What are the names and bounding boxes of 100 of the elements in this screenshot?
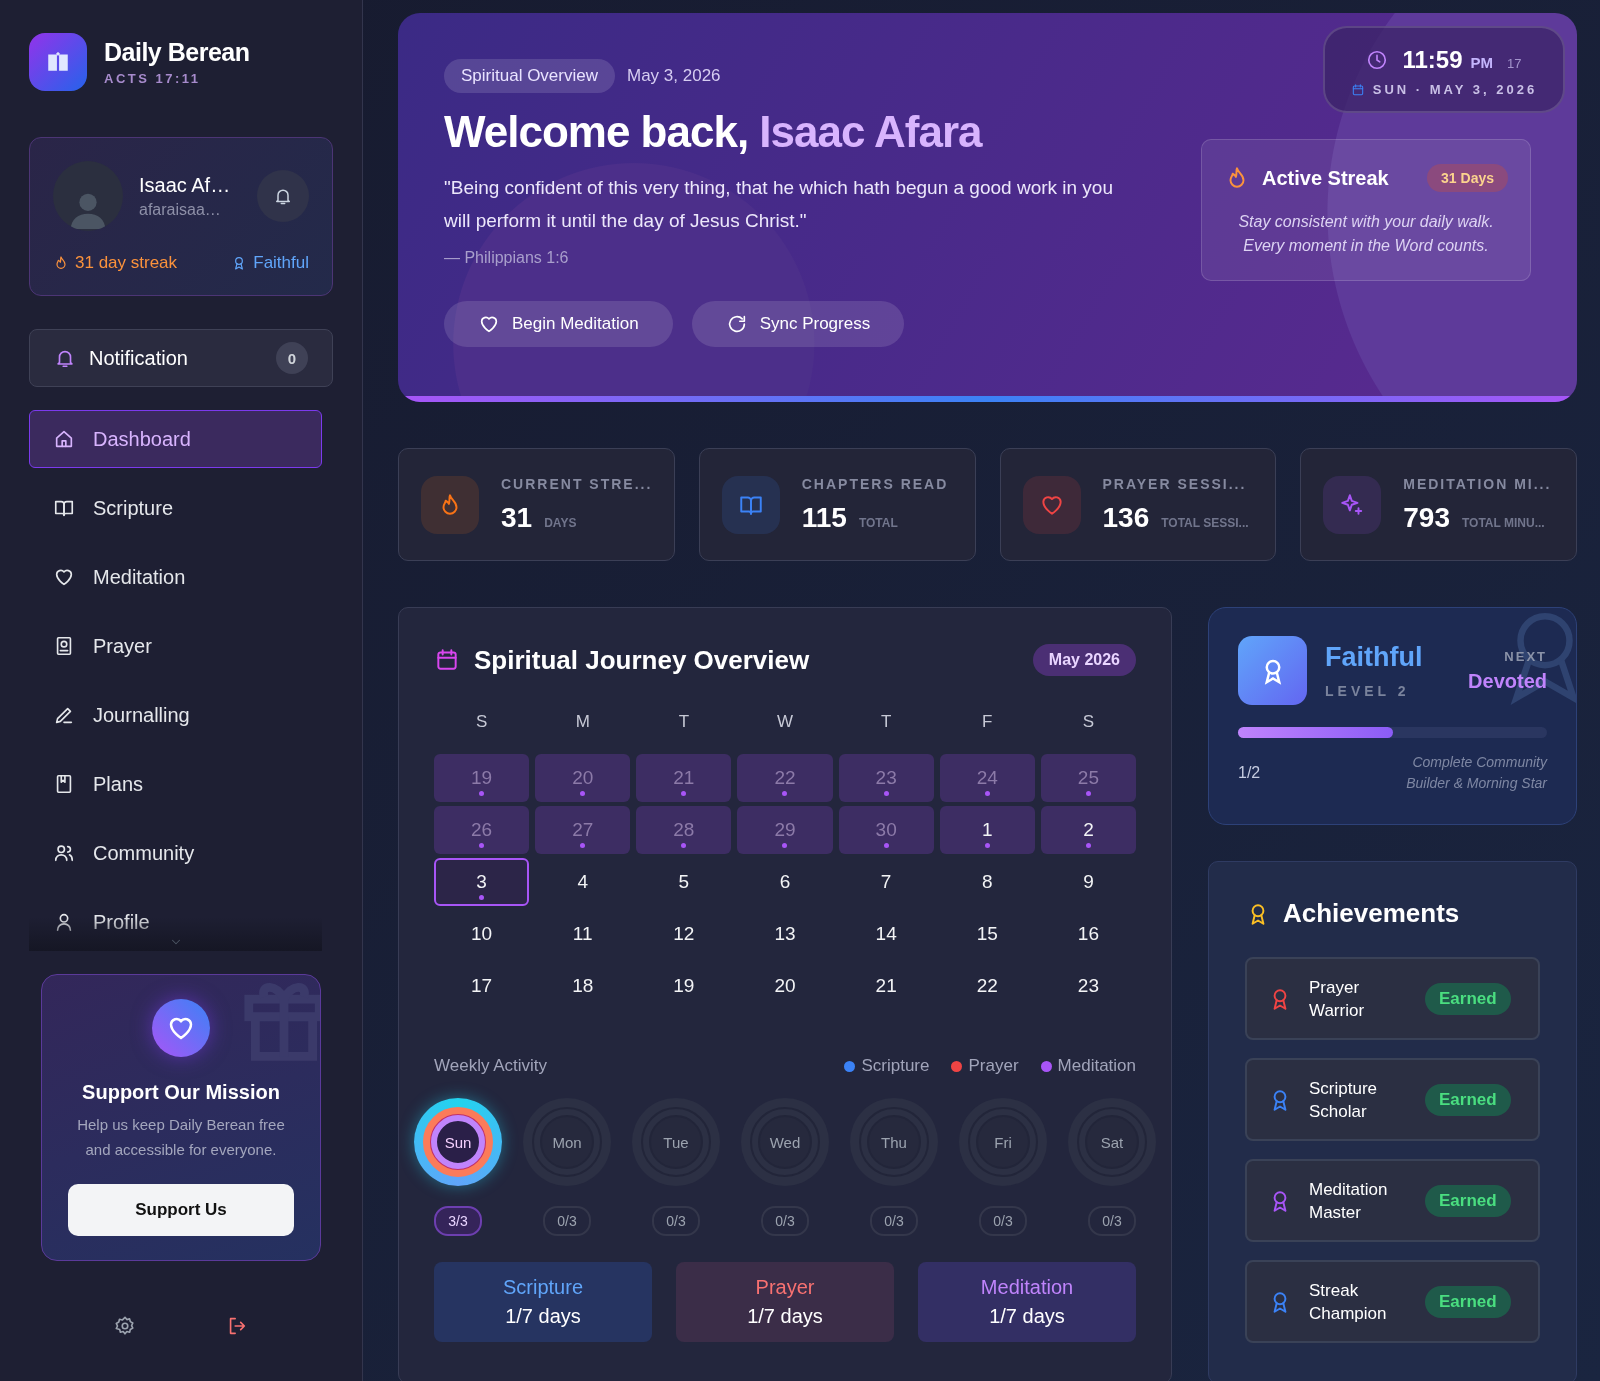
earned-badge: Earned — [1425, 982, 1511, 1015]
streak-text: Stay consistent with your daily walk. Every moment in the Word counts. — [1237, 212, 1495, 256]
notification-button[interactable]: Notification 0 — [29, 329, 333, 387]
weekday-label: F — [981, 712, 994, 733]
calendar-day[interactable]: 14 — [838, 910, 934, 958]
activity-ring: Wed — [741, 1098, 829, 1186]
activity-ring: Sat — [1068, 1098, 1156, 1186]
support-button[interactable]: Support Us — [68, 1184, 294, 1236]
nav-item[interactable]: Community — [29, 824, 322, 882]
stat-unit: TOTAL MINU... — [1461, 515, 1545, 530]
heart-badge-icon — [152, 999, 210, 1057]
activity-ring: Sun — [414, 1098, 502, 1186]
flame-icon — [53, 255, 69, 271]
calendar-day[interactable]: 16 — [1040, 910, 1136, 958]
calendar-day[interactable]: 23 — [1040, 962, 1136, 1010]
clock-icon — [1366, 49, 1389, 71]
nav-item[interactable]: Meditation — [29, 548, 322, 606]
calendar-day[interactable]: 12 — [636, 910, 732, 958]
calendar-day[interactable]: 20 — [737, 962, 833, 1010]
stat-label: MEDITATION MI... — [1403, 475, 1552, 492]
achievement-name: Prayer Warrior — [1309, 976, 1366, 1022]
hero-button[interactable]: Sync Progress — [691, 301, 905, 347]
clock-seconds: 17 — [1507, 56, 1522, 71]
stat-label: CURRENT STRE... — [501, 475, 653, 492]
activity-ring: Thu — [850, 1098, 938, 1186]
streak-text: 31 day streak — [75, 253, 178, 273]
achievement-name: Meditation Master — [1309, 1178, 1389, 1224]
stat-value: 115 — [801, 501, 847, 534]
calendar-day[interactable]: 11 — [535, 910, 631, 958]
weekday-label: S — [474, 712, 489, 733]
activity-ring: Fri — [959, 1098, 1047, 1186]
summary-label: Scripture — [503, 1276, 583, 1299]
level-number: LEVEL 2 — [1325, 683, 1411, 699]
stat-label: PRAYER SESSI... — [1102, 475, 1248, 492]
calendar-day[interactable]: 6 — [737, 858, 833, 906]
summary-label: Meditation — [980, 1276, 1074, 1299]
calendar-day[interactable]: 3 — [434, 858, 530, 906]
calendar-day[interactable]: 8 — [939, 858, 1035, 906]
activity-count: 0/3 — [870, 1206, 918, 1236]
progress-hint: Complete Community Builder & Morning Star — [1405, 753, 1547, 793]
legend-label: Meditation — [1057, 1056, 1136, 1076]
nav-item[interactable]: Profile — [29, 893, 322, 951]
activity-count: 0/3 — [652, 1206, 700, 1236]
activity-count: 0/3 — [761, 1206, 809, 1236]
calendar-day[interactable]: 9 — [1040, 858, 1136, 906]
calendar-day[interactable]: 18 — [535, 962, 631, 1010]
settings-icon — [114, 1315, 136, 1337]
stat-unit: DAYS — [544, 515, 577, 530]
hero-button[interactable]: Begin Meditation — [444, 301, 673, 347]
calendar-icon — [434, 647, 460, 673]
stat-value: 793 — [1403, 501, 1450, 534]
calendar-day[interactable]: 15 — [939, 910, 1035, 958]
calendar-day[interactable]: 13 — [737, 910, 833, 958]
calendar-day[interactable]: 4 — [535, 858, 631, 906]
weekday-label: T — [879, 712, 893, 733]
next-level: Devoted — [1468, 669, 1547, 693]
app-title: Daily Berean — [104, 38, 250, 67]
calendar-day[interactable]: 7 — [838, 858, 934, 906]
home-icon — [53, 428, 75, 450]
calendar-day[interactable]: 2 — [1040, 806, 1136, 854]
notification-count: 0 — [276, 342, 308, 374]
calendar-day[interactable]: 21 — [838, 962, 934, 1010]
rank-text: Faithful — [253, 253, 309, 273]
streak-badge: 31 Days — [1427, 164, 1508, 192]
app-subtitle: ACTS 17:11 — [104, 71, 202, 86]
verse-text: "Being confident of this very thing, that he which hath begun a good work in you will perform it until the day of Jesus Christ." — [444, 176, 1114, 233]
earned-badge: Earned — [1425, 1285, 1511, 1318]
calendar-day[interactable]: 17 — [434, 962, 530, 1010]
activity-count: 0/3 — [1088, 1206, 1136, 1236]
stat-value: 31 — [501, 501, 533, 534]
legend-label: Scripture — [861, 1056, 930, 1076]
earned-badge: Earned — [1425, 1184, 1511, 1217]
calendar-day[interactable]: 22 — [939, 962, 1035, 1010]
progress-count: 1/2 — [1238, 764, 1261, 782]
hero-date: May 3, 2026 — [627, 66, 721, 86]
achievements-title: Achievements — [1283, 898, 1460, 929]
calendar-title: Spiritual Journey Overview — [474, 644, 811, 676]
support-title: Support Our Mission — [82, 1081, 280, 1104]
activity-count: 3/3 — [434, 1206, 482, 1236]
activity-count: 0/3 — [543, 1206, 591, 1236]
weekly-title: Weekly Activity — [434, 1056, 548, 1076]
nav-item[interactable]: Dashboard — [29, 410, 322, 468]
summary-value: 1/7 days — [747, 1305, 823, 1328]
calendar-day[interactable]: 10 — [434, 910, 530, 958]
bell-button[interactable] — [257, 170, 309, 222]
summary-value: 1/7 days — [505, 1305, 581, 1328]
nav-item[interactable]: Journalling — [29, 686, 322, 744]
calendar-day[interactable]: 19 — [636, 962, 732, 1010]
nav-item[interactable]: Plans — [29, 755, 322, 813]
weekday-label: S — [1081, 712, 1096, 733]
activity-count: 0/3 — [979, 1206, 1027, 1236]
next-label: NEXT — [1503, 648, 1547, 664]
calendar-day[interactable]: 5 — [636, 858, 732, 906]
calendar-day[interactable]: 1 — [939, 806, 1035, 854]
nav-item[interactable]: Scripture — [29, 479, 322, 537]
legend-label: Prayer — [968, 1056, 1019, 1076]
nav-item[interactable]: Prayer — [29, 617, 322, 675]
clock-time: 11:59 — [1402, 46, 1463, 74]
stat-unit: TOTAL SESSI... — [1161, 515, 1249, 530]
month-badge: May 2026 — [1032, 644, 1136, 676]
